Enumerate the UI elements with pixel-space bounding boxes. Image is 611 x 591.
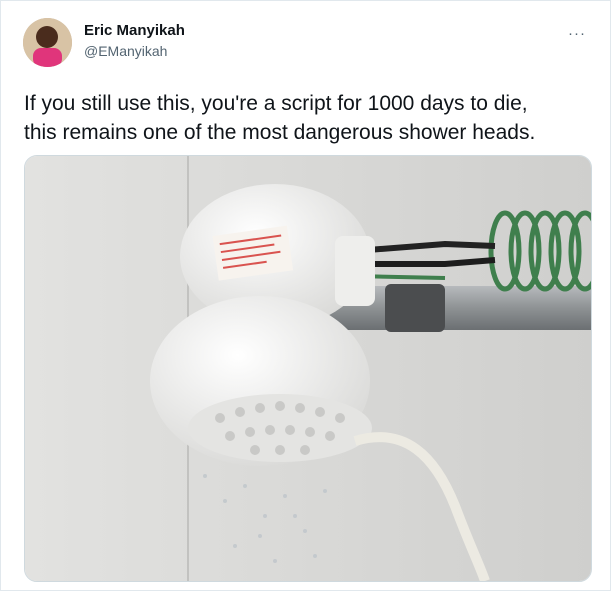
tweet-media-photo[interactable]	[24, 155, 592, 582]
more-icon[interactable]: ···	[568, 25, 586, 42]
tweet-text-line-1: If you still use this, you're a script f…	[24, 92, 528, 115]
electric-shower-head-photo	[25, 156, 591, 581]
tweet-text: If you still use this, you're a script f…	[24, 89, 594, 147]
tweet-card: Eric Manyikah @EManyikah ··· If you stil…	[0, 0, 611, 591]
author-name[interactable]: Eric Manyikah	[84, 22, 185, 39]
tweet-text-line-2: this remains one of the most dangerous s…	[24, 121, 536, 144]
avatar[interactable]	[23, 18, 72, 67]
author-handle[interactable]: @EManyikah	[84, 43, 167, 59]
